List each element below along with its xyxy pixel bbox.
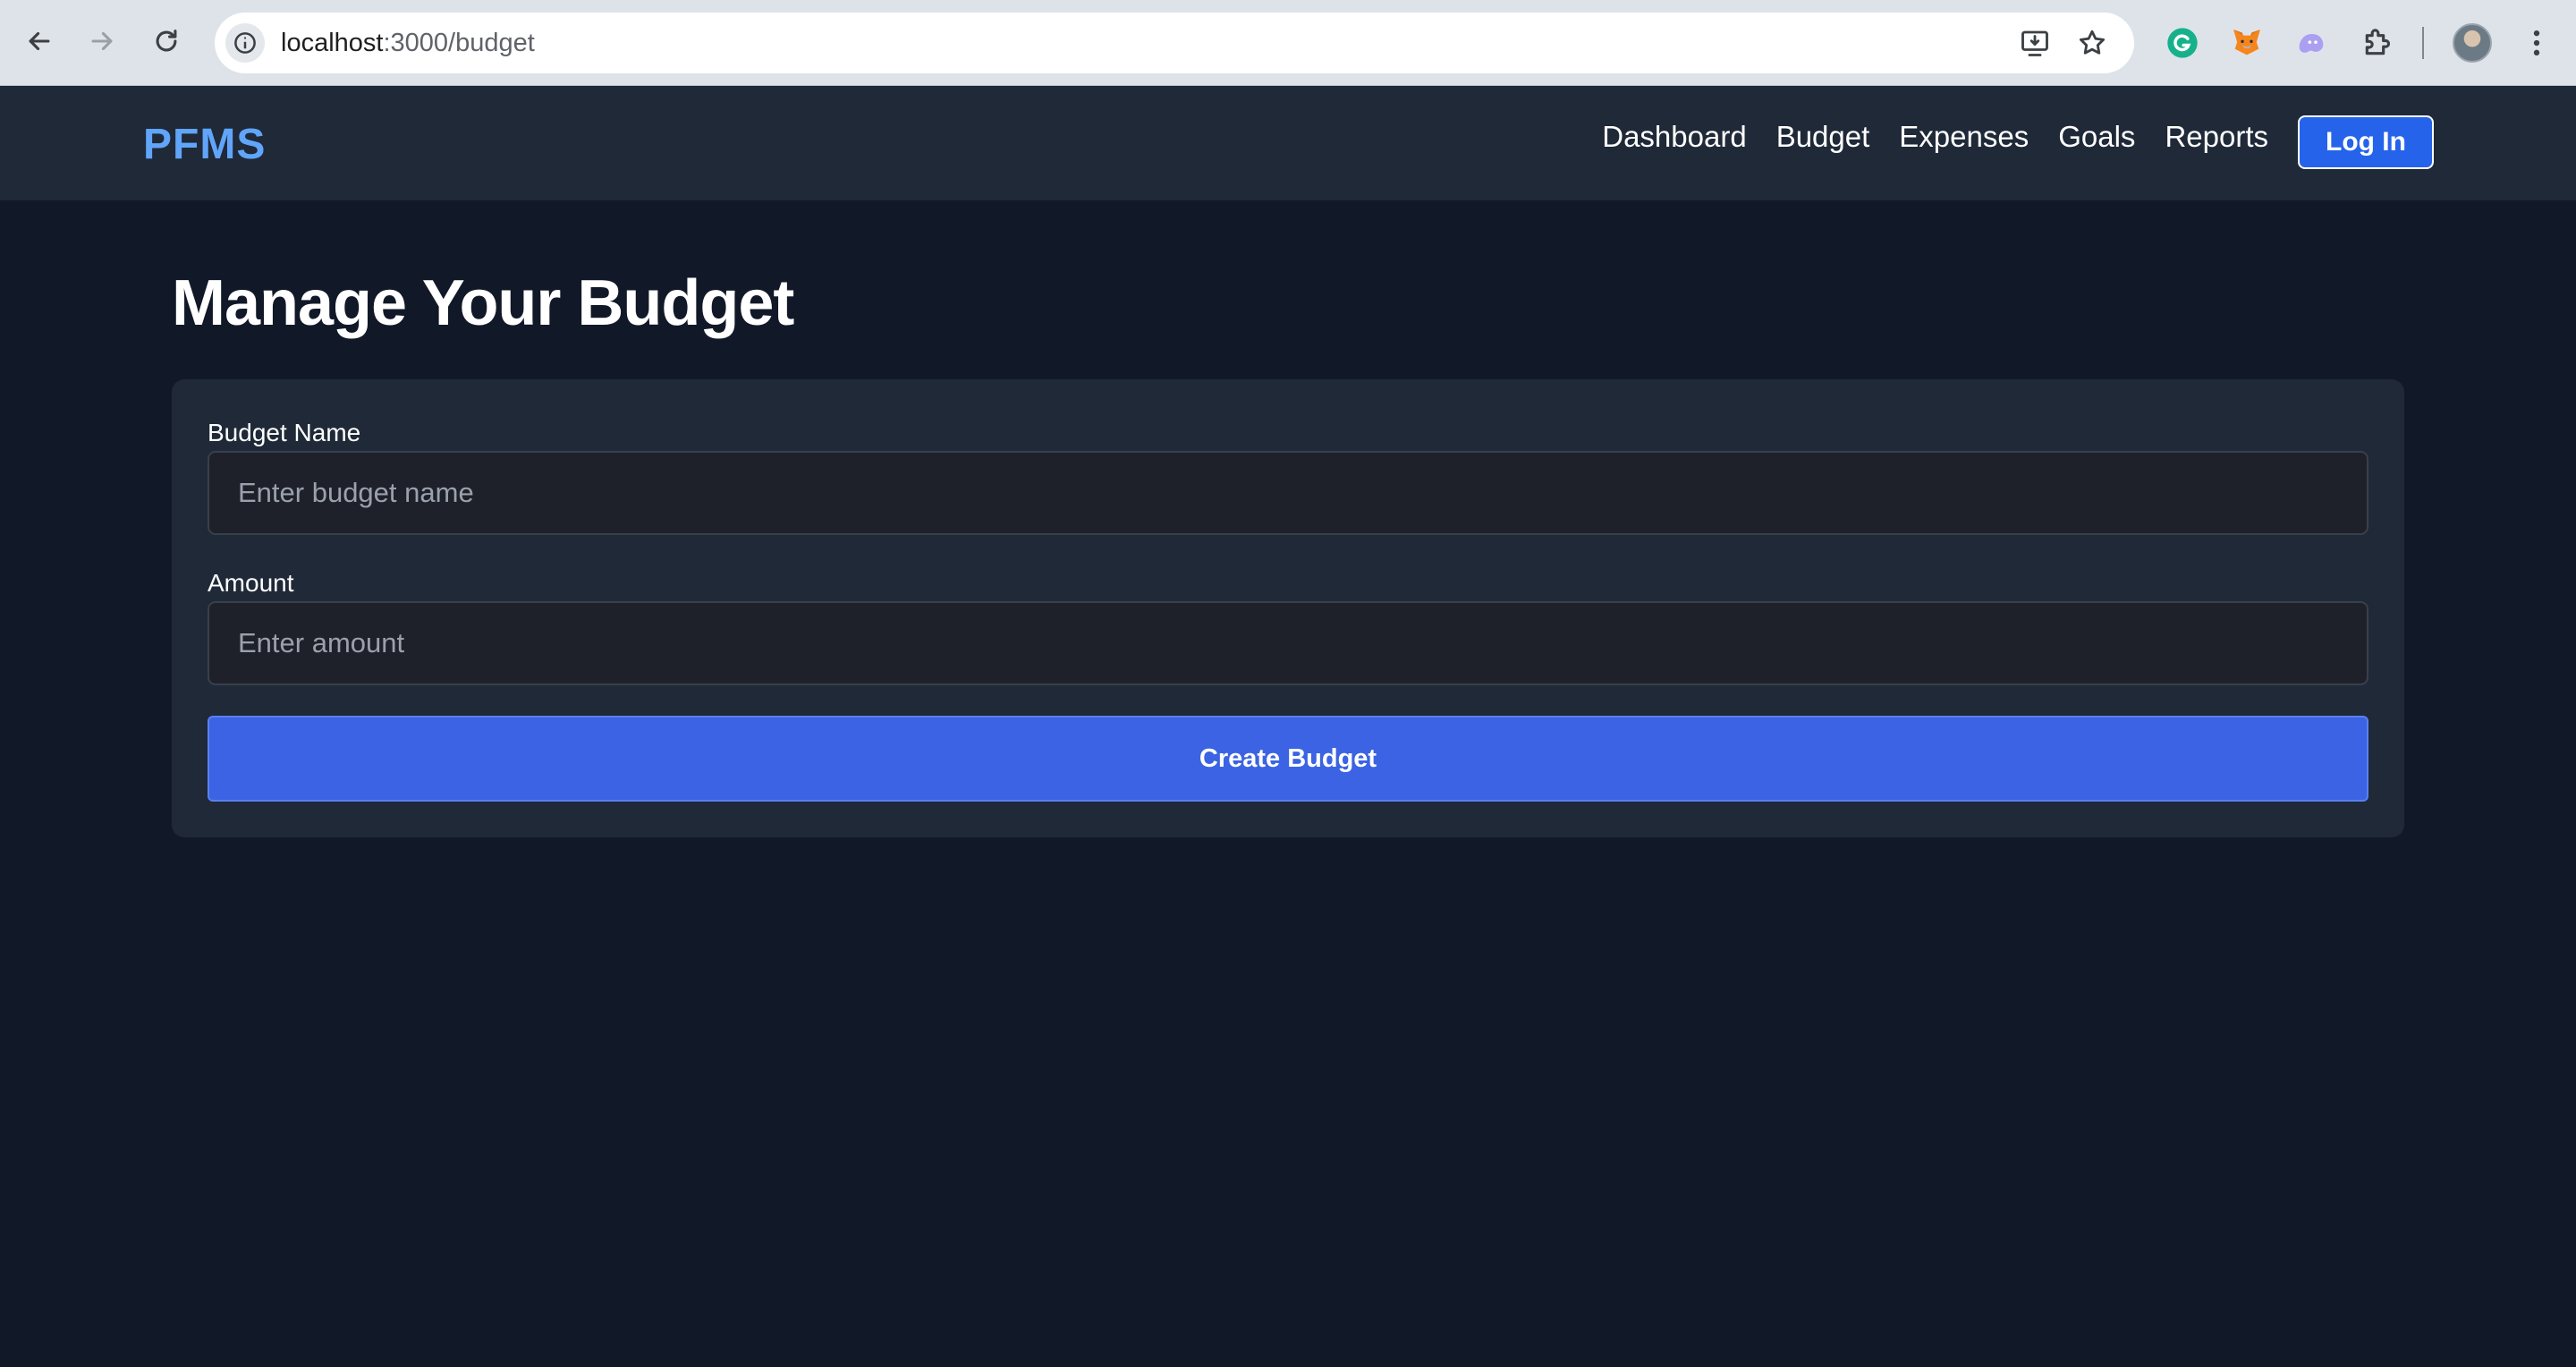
reload-button[interactable] <box>141 16 191 66</box>
address-bar[interactable]: localhost:3000/budget <box>215 13 2134 73</box>
amount-label: Amount <box>208 569 294 597</box>
page-title: Manage Your Budget <box>172 267 794 339</box>
bookmark-star-icon <box>2079 30 2106 55</box>
brand-logo[interactable]: PFMS <box>143 120 266 169</box>
back-button[interactable] <box>14 16 64 66</box>
site-info-icon <box>234 32 256 54</box>
extensions-puzzle-icon <box>2365 29 2390 55</box>
budget-form-card: Budget Name Amount Create Budget <box>172 379 2404 837</box>
url-text[interactable]: localhost:3000/budget <box>281 29 535 58</box>
login-button[interactable]: Log In <box>2298 115 2434 169</box>
nav-link-expenses[interactable]: Expenses <box>1899 120 2029 154</box>
url-host: localhost <box>281 28 384 57</box>
metamask-extension[interactable] <box>2227 23 2267 63</box>
budget-name-label: Budget Name <box>208 419 361 446</box>
metamask-icon <box>2233 30 2260 55</box>
forward-button[interactable] <box>77 16 127 66</box>
install-app-button[interactable] <box>2018 26 2052 60</box>
install-app-icon <box>2021 30 2048 56</box>
forward-icon <box>91 31 113 51</box>
nav-links: Dashboard Budget Expenses Goals Reports <box>1602 120 2268 154</box>
kebab-menu-icon <box>2533 30 2540 55</box>
url-path: :3000/budget <box>383 28 535 57</box>
budget-name-input[interactable] <box>208 451 2368 535</box>
reload-icon <box>156 30 177 52</box>
bookmark-button[interactable] <box>2075 26 2109 60</box>
nav-link-dashboard[interactable]: Dashboard <box>1602 120 1746 154</box>
grammarly-icon <box>2167 28 2198 58</box>
profile-avatar[interactable] <box>2453 23 2492 63</box>
nav-link-reports[interactable]: Reports <box>2165 120 2268 154</box>
grammarly-extension[interactable] <box>2163 23 2202 63</box>
create-budget-button[interactable]: Create Budget <box>208 716 2368 802</box>
extensions-button[interactable] <box>2358 23 2397 63</box>
toolbar-divider <box>2422 27 2424 59</box>
browser-toolbar: localhost:3000/budget <box>0 0 2576 86</box>
nav-link-goals[interactable]: Goals <box>2058 120 2135 154</box>
site-info-button[interactable] <box>225 23 265 63</box>
ghost-extension[interactable] <box>2292 23 2331 63</box>
amount-input[interactable] <box>208 601 2368 685</box>
app-navbar: PFMS Dashboard Budget Expenses Goals Rep… <box>0 86 2576 200</box>
back-icon <box>29 31 50 51</box>
nav-link-budget[interactable]: Budget <box>1776 120 1870 154</box>
ghost-extension-icon <box>2299 34 2324 53</box>
browser-menu-button[interactable] <box>2517 23 2556 63</box>
